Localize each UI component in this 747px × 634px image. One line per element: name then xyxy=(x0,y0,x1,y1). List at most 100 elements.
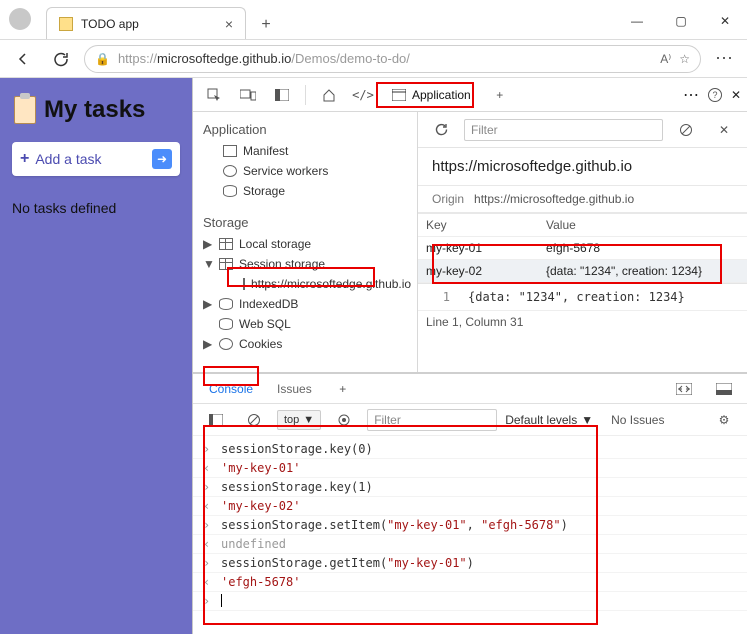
no-tasks-text: No tasks defined xyxy=(12,200,180,216)
console-prompt[interactable]: › xyxy=(193,592,747,611)
console-output[interactable]: ›sessionStorage.key(0)‹'my-key-01' ›sessi… xyxy=(193,436,747,634)
expand-drawer-icon[interactable] xyxy=(669,374,699,404)
devtools-more-icon[interactable]: ⋯ xyxy=(683,85,699,105)
application-detail: Filter ✕ https://microsoftedge.github.io… xyxy=(418,112,747,372)
console-line: ›sessionStorage.key(0) xyxy=(193,440,747,459)
chevron-right-icon: ▶ xyxy=(203,337,213,351)
devtools: </> Application + ⋯ ? ✕ Application Mani… xyxy=(192,78,747,634)
read-aloud-icon[interactable]: A⁾ xyxy=(660,52,671,66)
add-task-label: Add a task xyxy=(35,151,101,167)
window-close-button[interactable]: ✕ xyxy=(703,3,747,39)
database-icon xyxy=(219,318,233,330)
table-icon xyxy=(219,258,233,270)
dock-icon[interactable] xyxy=(267,80,297,110)
table-row[interactable]: my-key-01efgh-5678 xyxy=(418,237,747,260)
console-line: ‹'efgh-5678' xyxy=(193,573,747,592)
value-detail: 1 {data: "1234", creation: 1234} xyxy=(418,283,747,310)
tab-elements[interactable]: </> xyxy=(348,80,378,110)
sidebar-item-session-origin[interactable]: https://microsoftedge.github.io xyxy=(193,274,417,294)
page-title: My tasks xyxy=(44,96,145,124)
origin-title: https://microsoftedge.github.io xyxy=(418,148,747,185)
devtools-close-icon[interactable]: ✕ xyxy=(731,88,741,102)
table-icon xyxy=(243,278,245,290)
sidebar-item-local-storage[interactable]: ▶Local storage xyxy=(193,234,417,254)
sb-section-storage: Storage xyxy=(193,211,417,234)
inspect-icon[interactable] xyxy=(199,80,229,110)
submit-arrow-icon[interactable]: ➜ xyxy=(152,149,172,169)
table-row[interactable]: my-key-02{data: "1234", creation: 1234} xyxy=(418,260,747,283)
gear-icon xyxy=(223,165,237,177)
drawer-more-tabs[interactable]: + xyxy=(328,374,358,404)
url-input[interactable]: 🔒 https://microsoftedge.github.io/Demos/… xyxy=(84,45,701,73)
storage-table[interactable]: Key Value my-key-01efgh-5678my-key-02{da… xyxy=(418,213,747,283)
console-line: ›sessionStorage.setItem("my-key-01", "ef… xyxy=(193,516,747,535)
sidebar-item-manifest[interactable]: Manifest xyxy=(193,141,417,161)
console-filter-input[interactable]: Filter xyxy=(367,409,497,431)
drawer-tab-console[interactable]: Console xyxy=(201,377,261,401)
console-line: ‹undefined xyxy=(193,535,747,554)
clear-console-icon[interactable] xyxy=(239,405,269,435)
new-tab-button[interactable]: + xyxy=(252,11,280,39)
database-icon xyxy=(223,185,237,197)
plus-icon: + xyxy=(20,150,29,168)
console-line: ›sessionStorage.getItem("my-key-01") xyxy=(193,554,747,573)
live-expression-icon[interactable] xyxy=(329,405,359,435)
clipboard-icon xyxy=(14,96,36,124)
chevron-down-icon: ▼ xyxy=(203,257,213,271)
sidebar-item-session-storage[interactable]: ▼Session storage xyxy=(193,254,417,274)
svg-text:?: ? xyxy=(712,90,717,100)
devtools-help-icon[interactable]: ? xyxy=(707,87,723,103)
sidebar-item-indexeddb[interactable]: ▶IndexedDB xyxy=(193,294,417,314)
sidebar-item-storage[interactable]: Storage xyxy=(193,181,417,201)
sidebar-item-service-workers[interactable]: Service workers xyxy=(193,161,417,181)
line-number: 1 xyxy=(426,290,450,304)
address-bar: 🔒 https://microsoftedge.github.io/Demos/… xyxy=(0,40,747,78)
log-levels-selector[interactable]: Default levels▼ xyxy=(505,413,593,427)
profile-button[interactable] xyxy=(0,0,40,39)
sidebar-item-websql[interactable]: Web SQL xyxy=(193,314,417,334)
browser-tab[interactable]: TODO app × xyxy=(46,7,246,39)
nav-back-button[interactable] xyxy=(8,44,38,74)
delete-icon[interactable]: ✕ xyxy=(709,115,739,145)
lock-icon: 🔒 xyxy=(95,52,110,66)
col-key[interactable]: Key xyxy=(418,214,538,237)
status-line: Line 1, Column 31 xyxy=(418,310,747,333)
context-selector[interactable]: top▼ xyxy=(277,410,321,430)
window-titlebar: TODO app × + — ▢ ✕ xyxy=(0,0,747,40)
console-settings-icon[interactable]: ⚙ xyxy=(709,405,739,435)
devtools-tabstrip: </> Application + ⋯ ? ✕ xyxy=(193,78,747,112)
window-minimize-button[interactable]: — xyxy=(615,3,659,39)
drawer-tab-issues[interactable]: Issues xyxy=(269,377,320,401)
sidebar-item-cookies[interactable]: ▶Cookies xyxy=(193,334,417,354)
database-icon xyxy=(219,298,233,310)
dock-drawer-icon[interactable] xyxy=(709,374,739,404)
favorite-icon[interactable]: ☆ xyxy=(679,52,690,66)
application-sidebar: Application Manifest Service workers Sto… xyxy=(193,112,418,372)
tab-title: TODO app xyxy=(81,17,139,31)
chevron-down-icon: ▼ xyxy=(303,414,314,426)
nav-refresh-button[interactable] xyxy=(46,44,76,74)
col-value[interactable]: Value xyxy=(538,214,747,237)
browser-menu-button[interactable]: ⋯ xyxy=(709,44,739,74)
chevron-down-icon: ▼ xyxy=(581,413,593,427)
tab-application-label: Application xyxy=(412,88,471,102)
tab-application[interactable]: Application xyxy=(382,82,481,108)
console-line: ‹'my-key-01' xyxy=(193,459,747,478)
storage-filter-input[interactable]: Filter xyxy=(464,119,663,141)
add-task-button[interactable]: + Add a task ➜ xyxy=(12,142,180,176)
window-icon xyxy=(392,89,406,101)
tab-welcome[interactable] xyxy=(314,80,344,110)
refresh-icon[interactable] xyxy=(426,115,456,145)
device-icon[interactable] xyxy=(233,80,263,110)
console-line: ‹'my-key-02' xyxy=(193,497,747,516)
console-sidebar-icon[interactable] xyxy=(201,405,231,435)
devtools-drawer: Console Issues + top▼ Filter Default lev… xyxy=(193,372,747,634)
clear-icon[interactable] xyxy=(671,115,701,145)
avatar-icon xyxy=(9,8,31,30)
chevron-right-icon: ▶ xyxy=(203,297,213,311)
cookie-icon xyxy=(219,338,233,350)
chevron-right-icon: ▶ xyxy=(203,237,213,251)
close-tab-icon[interactable]: × xyxy=(225,16,233,32)
more-tabs-button[interactable]: + xyxy=(485,80,515,110)
window-maximize-button[interactable]: ▢ xyxy=(659,3,703,39)
